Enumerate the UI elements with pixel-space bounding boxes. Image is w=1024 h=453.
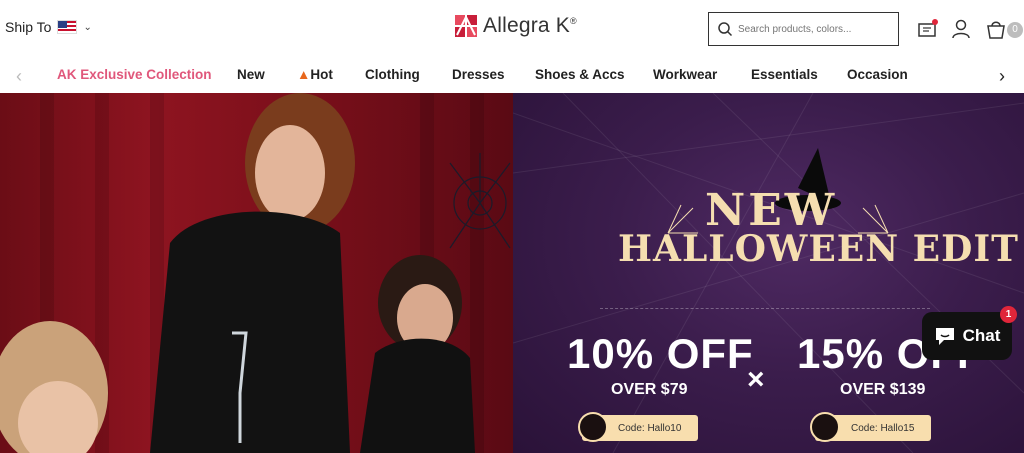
- nav-item-workwear[interactable]: Workwear: [653, 67, 717, 82]
- promo-panel: [513, 93, 1024, 453]
- nav-item-essentials[interactable]: Essentials: [751, 67, 818, 82]
- search-input[interactable]: [738, 23, 888, 35]
- nav-item-new[interactable]: New: [237, 67, 265, 82]
- nav-next-arrow-icon[interactable]: ›: [999, 66, 1005, 87]
- chat-label: Chat: [962, 326, 1001, 345]
- site-logo[interactable]: Allegra K®: [455, 14, 577, 38]
- nav-item-ak-exclusive[interactable]: AK Exclusive Collection: [57, 67, 212, 82]
- spider-web-icon: [449, 153, 511, 249]
- pumpkin-icon: [810, 412, 840, 442]
- logo-text: Allegra K®: [483, 14, 577, 37]
- search-icon: [718, 22, 733, 37]
- offer-condition-2: OVER $139: [840, 381, 926, 398]
- nav-item-dresses[interactable]: Dresses: [452, 67, 505, 82]
- ship-to-selector[interactable]: Ship To ⌄: [5, 19, 92, 35]
- user-icon[interactable]: [950, 18, 972, 40]
- search-box[interactable]: [708, 12, 899, 46]
- coupon-icon[interactable]: [917, 18, 939, 40]
- cart-icon[interactable]: [985, 18, 1007, 40]
- nav-item-hot[interactable]: ▲Hot: [297, 67, 333, 82]
- fire-icon: ▲: [297, 67, 311, 82]
- chevron-down-icon: ⌄: [83, 21, 92, 33]
- cart-count-badge: 0: [1007, 22, 1023, 38]
- pumpkin-icon: [578, 412, 608, 442]
- us-flag-icon: [57, 20, 78, 34]
- banner-divider: [600, 308, 930, 309]
- site-header: Ship To ⌄ Allegra K® 0: [0, 0, 1024, 58]
- chat-bubble-icon: [935, 328, 954, 345]
- ship-to-label: Ship To: [5, 19, 52, 35]
- offer-discount-1: 10% OFF: [567, 330, 754, 377]
- banner-headline-edit: HALLOWEEN EDIT: [618, 228, 1019, 270]
- hero-banner[interactable]: [0, 93, 1024, 453]
- chat-button[interactable]: Chat: [922, 312, 1012, 360]
- nav-prev-arrow-icon[interactable]: ‹: [16, 66, 22, 87]
- nav-item-occasion[interactable]: Occasion: [847, 67, 908, 82]
- nav-item-clothing[interactable]: Clothing: [365, 67, 420, 82]
- offer-separator-icon: ×: [747, 363, 765, 396]
- hero-photo: [0, 93, 513, 453]
- logo-icon: [455, 15, 477, 37]
- category-nav: ‹ AK Exclusive Collection New ▲Hot Cloth…: [0, 58, 1024, 93]
- nav-item-shoes-accs[interactable]: Shoes & Accs: [535, 67, 625, 82]
- offer-condition-1: OVER $79: [611, 381, 688, 398]
- chat-notification-badge: 1: [1000, 306, 1017, 323]
